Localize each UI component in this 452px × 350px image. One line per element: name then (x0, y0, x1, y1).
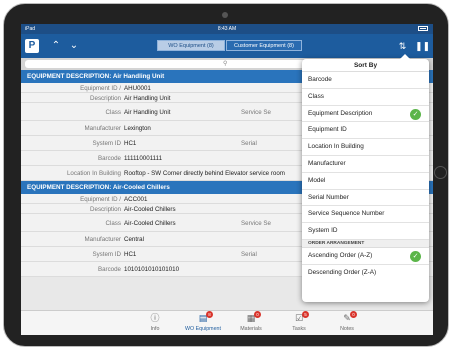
field-value: Rooftop - SW Corner directly behind Elev… (124, 170, 285, 177)
tab-tasks[interactable]: ☑ 5 Tasks (275, 311, 323, 335)
tab-info[interactable]: ⓘ Info (131, 312, 179, 335)
sort-option-system-id[interactable]: System ID (302, 223, 429, 240)
sort-option-barcode[interactable]: Barcode (302, 72, 429, 89)
chevron-down-icon[interactable]: ⌄ (67, 39, 81, 53)
tab-label: Notes (340, 326, 354, 332)
tab-wo-equipment-bottom[interactable]: ▤ 8 WO Equipment (179, 311, 227, 335)
field-value: Air-Cooled Chillers (124, 206, 176, 213)
field-label: Barcode (97, 155, 121, 162)
field-label: Equipment ID / (80, 85, 121, 92)
tasks-icon: ☑ 5 (293, 311, 309, 324)
field-label-secondary: Service Se (241, 109, 271, 116)
option-label: Equipment Description (308, 109, 373, 117)
clock: 8:43 AM (217, 26, 237, 32)
navigation-bar: P ⌃ ⌄ WO Equipment (8) Customer Equipmen… (21, 34, 433, 58)
status-bar: iPad 8:43 AM (21, 24, 433, 34)
field-value: AHU0001 (124, 85, 151, 92)
order-section-title: ORDER ARRANGEMENT (302, 239, 429, 248)
field-value: 111110001111 (124, 155, 163, 162)
sort-option-serial-number[interactable]: Serial Number (302, 190, 429, 207)
tab-notes[interactable]: ✎ 0 Notes (323, 311, 371, 335)
field-label: Location In Building (66, 170, 121, 177)
field-value: HC1 (124, 140, 137, 147)
sort-popover: Sort By Barcode Class Equipment Descript… (302, 54, 429, 302)
tab-label: WO Equipment (185, 326, 221, 332)
field-label-secondary: Service Se (241, 220, 271, 227)
option-label: Service Sequence Number (308, 210, 385, 218)
tab-materials[interactable]: ▦ 0 Materials (227, 311, 275, 335)
sort-option-class[interactable]: Class (302, 89, 429, 106)
notes-icon: ✎ 0 (341, 311, 357, 324)
tab-wo-equipment[interactable]: WO Equipment (8) (157, 40, 225, 51)
option-label: Model (308, 176, 326, 184)
field-value: Central (124, 236, 144, 243)
count-badge: 5 (302, 311, 309, 318)
sort-icon[interactable]: ⇅ (397, 40, 408, 52)
field-label: Description (90, 95, 121, 102)
field-value: Air Handling Unit (124, 95, 171, 102)
tab-label: Tasks (292, 326, 306, 332)
app-screen: iPad 8:43 AM P ⌃ ⌄ WO Equipment (8) Cust… (21, 24, 433, 335)
option-label: Location In Building (308, 143, 364, 151)
barcode-icon[interactable]: ❚❚ (415, 40, 430, 52)
field-label: System ID (92, 140, 121, 147)
battery-icon (418, 26, 428, 31)
order-option-ascending[interactable]: Ascending Order (A-Z) ✓ (302, 248, 429, 265)
field-label-secondary: Serial (241, 140, 257, 147)
home-button[interactable] (434, 166, 447, 179)
sort-option-manufacturer[interactable]: Manufacturer (302, 156, 429, 173)
field-value: 1010101010101010 (124, 266, 180, 273)
tab-label: Materials (240, 326, 262, 332)
sort-option-service-sequence[interactable]: Service Sequence Number (302, 206, 429, 224)
field-label: Class (105, 220, 121, 227)
field-label: Class (105, 109, 121, 116)
search-icon: ⚲ (223, 61, 228, 67)
sort-option-location[interactable]: Location In Building (302, 139, 429, 156)
field-label: Manufacturer (84, 125, 121, 132)
option-label: Barcode (308, 76, 332, 83)
field-value: ACC001 (124, 196, 148, 203)
check-icon: ✓ (410, 108, 421, 120)
check-icon: ✓ (410, 250, 421, 262)
info-icon: ⓘ (150, 313, 160, 323)
count-badge: 8 (206, 311, 213, 318)
count-badge: 0 (350, 311, 357, 318)
bottom-tab-bar: ⓘ Info ▤ 8 WO Equipment ▦ 0 Materials ☑ 5 T… (21, 310, 433, 335)
field-value: Air Handling Unit (124, 109, 171, 116)
count-badge: 0 (254, 311, 261, 318)
camera-icon (222, 12, 228, 18)
tab-label: Info (150, 326, 160, 332)
field-label: Equipment ID / (80, 196, 121, 203)
field-value: Lexington (124, 125, 151, 132)
field-value: HC1 (124, 251, 137, 258)
sort-option-model[interactable]: Model (302, 173, 429, 190)
field-label: System ID (92, 251, 121, 258)
tablet-frame: iPad 8:43 AM P ⌃ ⌄ WO Equipment (8) Cust… (3, 3, 449, 347)
chevron-up-icon[interactable]: ⌃ (49, 39, 63, 53)
field-label: Barcode (97, 266, 121, 273)
materials-icon: ▦ 0 (245, 311, 261, 324)
field-label-secondary: Serial (241, 251, 257, 258)
equipment-icon: ▤ 8 (197, 311, 213, 324)
option-label: Ascending Order (A-Z) (308, 251, 373, 259)
sort-option-equipment-description[interactable]: Equipment Description ✓ (302, 106, 429, 123)
field-value: Air-Cooled Chillers (124, 220, 176, 227)
option-label: Manufacturer (308, 159, 346, 167)
sort-option-equipment-id[interactable]: Equipment ID (302, 122, 429, 140)
option-label: System ID (308, 227, 338, 235)
option-label: Descending Order (Z-A) (308, 268, 377, 276)
option-label: Class (308, 92, 324, 100)
tab-customer-equipment[interactable]: Customer Equipment (8) (226, 40, 302, 51)
order-option-descending[interactable]: Descending Order (Z-A) (302, 265, 429, 282)
field-label: Manufacturer (84, 236, 121, 243)
app-logo: P (25, 39, 39, 53)
field-label: Description (90, 206, 121, 213)
option-label: Equipment ID (308, 126, 347, 134)
popover-title: Sort By (302, 59, 429, 72)
option-label: Serial Number (308, 193, 349, 201)
